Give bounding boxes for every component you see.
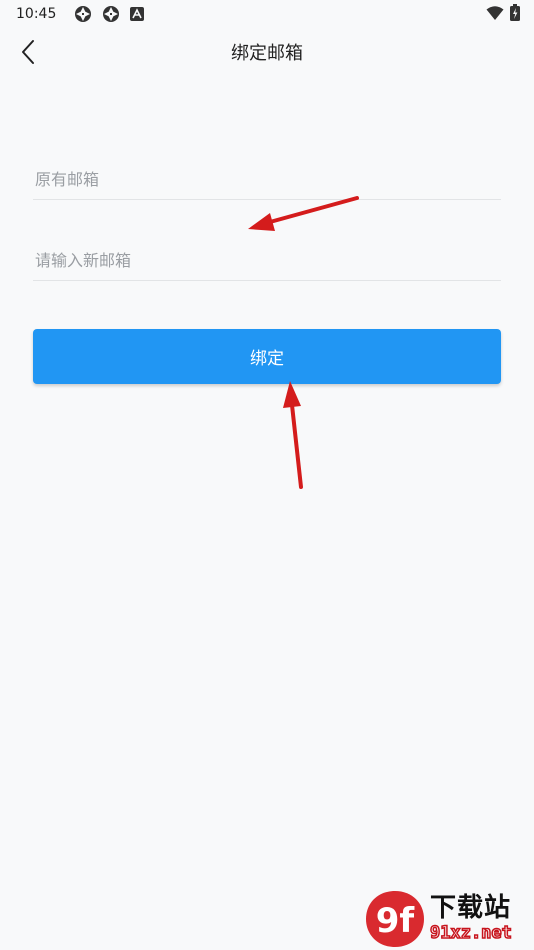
- watermark-title: 下载站: [430, 893, 512, 923]
- bind-button[interactable]: 绑定: [33, 329, 501, 384]
- back-button[interactable]: [14, 38, 42, 66]
- old-email-input[interactable]: [33, 160, 501, 199]
- status-time: 10:45: [16, 6, 57, 22]
- app-header: 绑定邮箱: [0, 28, 534, 76]
- annotation-arrows: [248, 196, 359, 489]
- watermark-domain: 91xz.net: [429, 922, 512, 944]
- watermark: 9f 下载站 91xz.net: [362, 888, 534, 950]
- arrow-to-bind-button: [283, 381, 303, 489]
- old-email-field[interactable]: [33, 160, 501, 200]
- wifi-icon: [486, 5, 504, 25]
- aperture-icon: [74, 5, 92, 23]
- new-email-field[interactable]: [33, 241, 501, 281]
- watermark-text: 下载站 91xz.net: [429, 893, 512, 944]
- app-a-icon: [130, 7, 145, 21]
- arrow-to-new-email: [248, 196, 359, 231]
- status-bar: 10:45: [0, 0, 534, 28]
- aperture-icon: [102, 5, 120, 23]
- chevron-left-icon: [22, 40, 34, 64]
- watermark-logo: 9f: [366, 891, 424, 947]
- page-title: 绑定邮箱: [231, 43, 303, 64]
- new-email-input[interactable]: [33, 241, 501, 280]
- battery-charging-icon: [510, 4, 520, 25]
- status-right-group: [486, 4, 520, 25]
- watermark-logo-text: 9f: [376, 901, 416, 941]
